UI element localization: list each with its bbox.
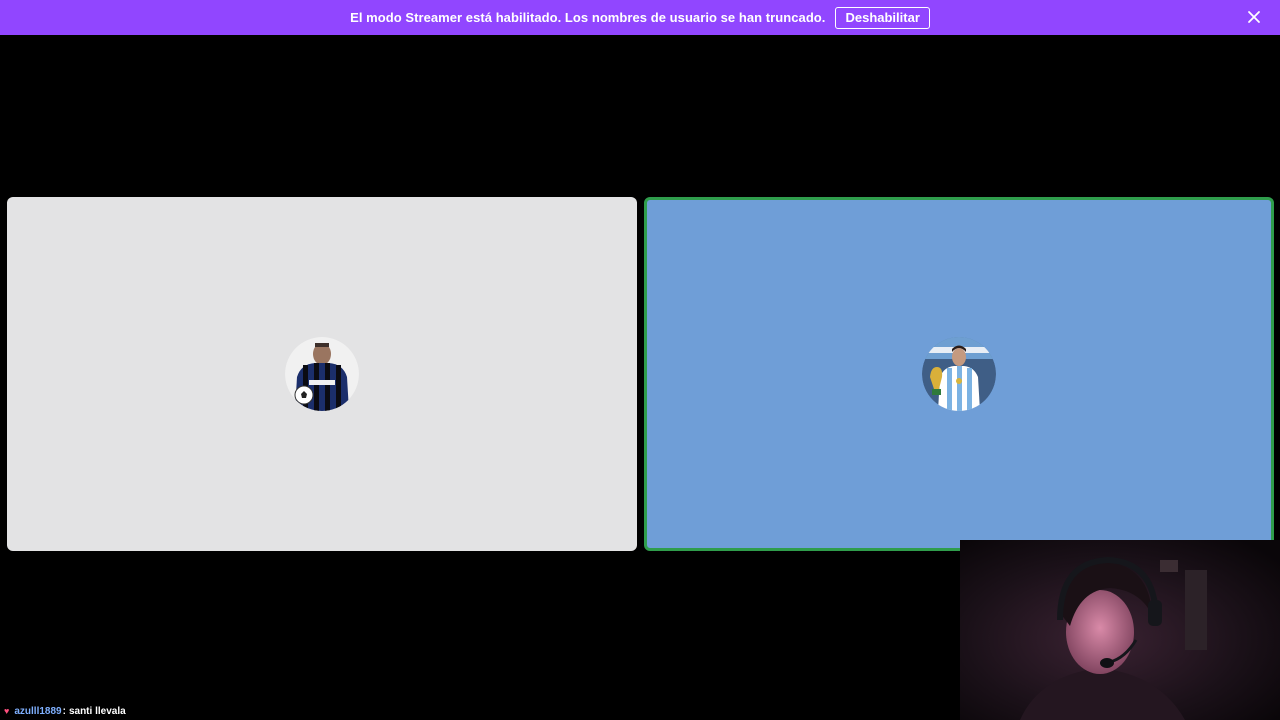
streamer-webcam-feed: [960, 540, 1280, 720]
chat-username[interactable]: azulll1889: [14, 706, 61, 717]
streamer-mode-banner: El modo Streamer está habilitado. Los no…: [0, 0, 1280, 35]
participant-tile-1[interactable]: [7, 197, 637, 551]
banner-message: El modo Streamer está habilitado. Los no…: [350, 10, 826, 25]
disable-streamer-mode-button[interactable]: Deshabilitar: [835, 6, 930, 29]
stream-canvas: El modo Streamer está habilitado. Los no…: [0, 0, 1280, 720]
participant-tile-2-speaking[interactable]: [644, 197, 1274, 551]
user-avatar-football-jersey-icon: [285, 337, 359, 411]
chat-separator: :: [62, 705, 66, 717]
close-icon[interactable]: [1246, 9, 1262, 25]
chat-text: santi llevala: [68, 705, 126, 717]
heart-icon: ♥: [4, 706, 10, 716]
user-avatar-trophy-icon: [922, 337, 996, 411]
chat-message: ♥ azulll1889 : santi llevala: [4, 704, 126, 718]
